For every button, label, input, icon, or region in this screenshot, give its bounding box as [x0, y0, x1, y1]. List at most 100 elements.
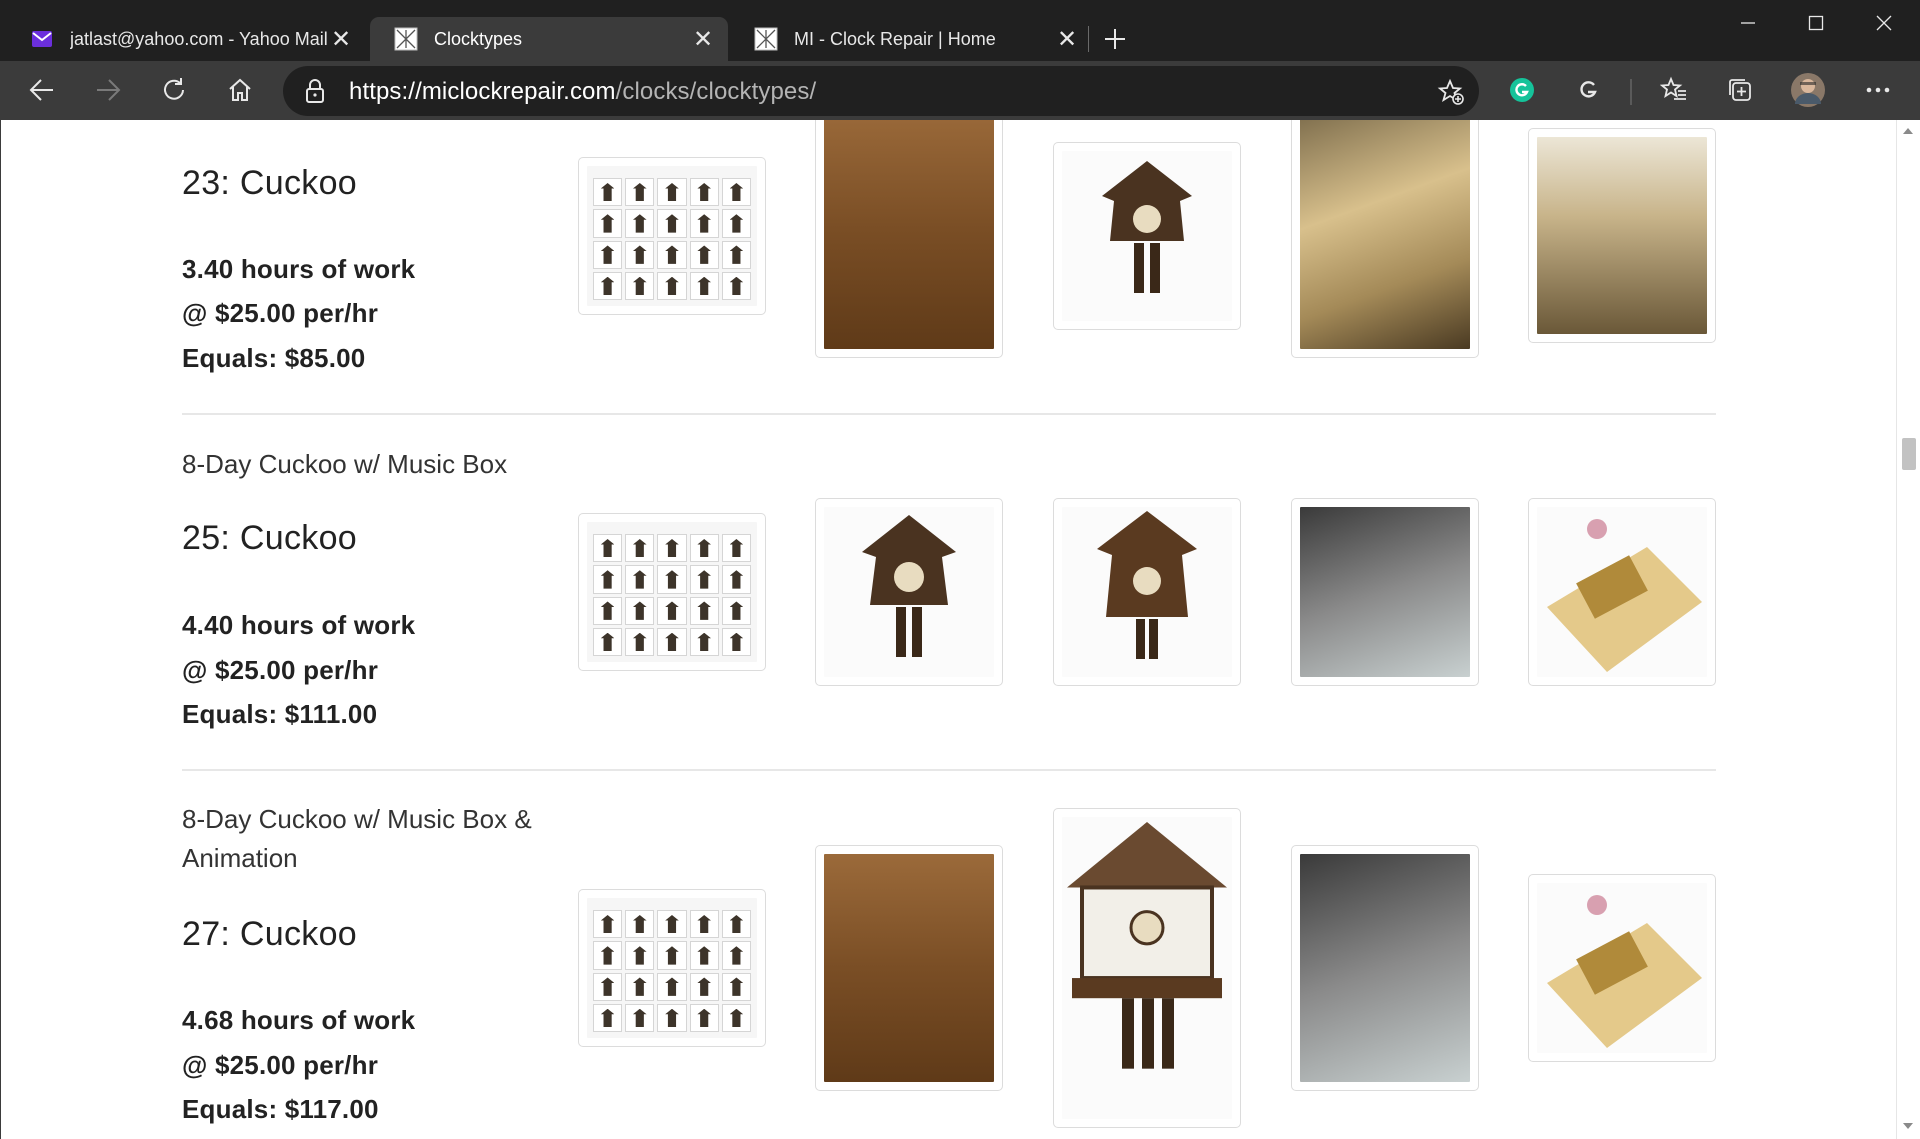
reload-icon [164, 78, 184, 100]
cuckoo-clock-photo [1062, 151, 1232, 321]
movement-photo [1537, 137, 1707, 334]
vertical-scrollbar[interactable] [1896, 120, 1920, 1139]
plus-icon [1105, 29, 1125, 49]
url-host: https://miclockrepair.com [349, 78, 616, 105]
scrollbar-thumb[interactable] [1902, 438, 1916, 470]
clock-photo-thumbnail[interactable] [1291, 498, 1479, 686]
toolbar-divider [1630, 79, 1632, 105]
cuckoo-clock-photo [824, 507, 994, 677]
collections-icon [1729, 79, 1751, 101]
clock-heading: 23: Cuckoo [182, 164, 357, 202]
favorites-button[interactable] [1654, 70, 1694, 110]
grammarly-extension-button[interactable] [1502, 70, 1542, 110]
clock-photo-thumbnail[interactable] [1528, 128, 1716, 343]
rate-text: @ $25.00 per/hr [182, 1050, 379, 1080]
clock-heading: 27: Cuckoo [182, 915, 357, 953]
g-extension-icon [1580, 81, 1597, 98]
hours-text: 4.40 hours of work [182, 610, 416, 640]
cuckoo-clock-photo [1062, 507, 1232, 677]
clock-site-icon [754, 27, 778, 51]
maximize-icon [1808, 15, 1824, 31]
browser-toolbar: https://miclockrepair.com/clocks/clockty… [0, 61, 1920, 120]
forward-button[interactable] [88, 70, 128, 110]
total-text: Equals: $111.00 [182, 699, 378, 729]
tab-separator [1088, 26, 1089, 52]
scroll-up-arrow-icon[interactable] [1901, 124, 1915, 138]
clock-chart-thumbnail[interactable] [578, 157, 766, 315]
back-arrow-icon [29, 79, 53, 101]
close-icon[interactable]: ✕ [330, 26, 352, 53]
lock-icon[interactable] [305, 79, 325, 108]
close-icon[interactable]: ✕ [692, 26, 714, 53]
minimize-button[interactable] [1714, 0, 1782, 46]
clock-photo-thumbnail[interactable] [1053, 142, 1241, 330]
reload-button[interactable] [154, 70, 194, 110]
close-window-button[interactable] [1850, 0, 1918, 46]
profile-button[interactable] [1788, 70, 1828, 110]
clock-photo-thumbnail[interactable] [815, 120, 1003, 358]
clock-photo-thumbnail[interactable] [1291, 120, 1479, 358]
cuckoo-clock-photo [1062, 817, 1232, 1119]
clock-heading: 25: Cuckoo [182, 519, 357, 557]
total-text: Equals: $117.00 [182, 1094, 379, 1124]
add-favorite-icon[interactable] [1437, 78, 1465, 111]
tab-yahoo-mail[interactable]: jatlast@yahoo.com - Yahoo Mail ✕ [6, 17, 366, 61]
clock-site-icon [394, 27, 418, 51]
clock-photo-thumbnail[interactable] [1528, 874, 1716, 1062]
close-icon[interactable]: ✕ [1056, 26, 1078, 53]
clock-photo-thumbnail[interactable] [1528, 498, 1716, 686]
clock-chart-thumbnail[interactable] [578, 889, 766, 1047]
clock-subtitle: 8-Day Cuckoo w/ Music Box & Animation [182, 804, 532, 873]
envelope-icon [30, 27, 54, 51]
music-box-photo [1537, 507, 1707, 677]
rate-text: @ $25.00 per/hr [182, 298, 379, 328]
maximize-button[interactable] [1782, 0, 1850, 46]
clock-photo-thumbnail[interactable] [1291, 845, 1479, 1091]
section-divider [182, 413, 1716, 415]
clock-photo-thumbnail[interactable] [1053, 808, 1241, 1128]
tab-clock-repair-home[interactable]: MI - Clock Repair | Home ✕ [730, 17, 1092, 61]
cuckoo-clock-photo [824, 120, 994, 349]
more-dots-icon [1866, 87, 1890, 93]
hours-text: 3.40 hours of work [182, 254, 416, 284]
hours-text: 4.68 hours of work [182, 1005, 416, 1035]
minimize-icon [1741, 22, 1755, 24]
collections-button[interactable] [1720, 70, 1760, 110]
forward-arrow-icon [97, 79, 121, 101]
rate-text: @ $25.00 per/hr [182, 655, 379, 685]
music-box-photo [1537, 883, 1707, 1053]
clock-chart-image [587, 522, 757, 662]
more-menu-button[interactable] [1858, 70, 1898, 110]
section-divider [182, 769, 1716, 771]
page-viewport: 23: Cuckoo 3.40 hours of work @ $25.00 p… [0, 120, 1920, 1139]
g-extension-button[interactable] [1568, 70, 1608, 110]
address-bar[interactable]: https://miclockrepair.com/clocks/clockty… [283, 66, 1479, 116]
clock-chart-thumbnail[interactable] [578, 513, 766, 671]
tab-title: MI - Clock Repair | Home [794, 28, 996, 49]
home-icon [229, 78, 251, 101]
movement-photo [1300, 854, 1470, 1082]
close-icon [1876, 15, 1892, 31]
clock-subtitle: 8-Day Cuckoo w/ Music Box [182, 449, 508, 479]
movement-photo [1300, 120, 1470, 349]
movement-photo [1300, 507, 1470, 677]
scroll-down-arrow-icon[interactable] [1901, 1119, 1915, 1133]
home-button[interactable] [220, 70, 260, 110]
tab-strip: jatlast@yahoo.com - Yahoo Mail ✕ Clockty… [0, 0, 1920, 61]
cuckoo-clock-photo [824, 854, 994, 1082]
favorites-icon [1660, 76, 1686, 100]
clock-photo-thumbnail[interactable] [815, 498, 1003, 686]
total-text: Equals: $85.00 [182, 343, 366, 373]
clock-photo-thumbnail[interactable] [815, 845, 1003, 1091]
back-button[interactable] [22, 70, 62, 110]
grammarly-icon [1510, 78, 1534, 102]
tab-title: Clocktypes [434, 28, 523, 49]
url-text[interactable]: https://miclockrepair.com/clocks/clockty… [349, 78, 816, 106]
new-tab-button[interactable] [1098, 22, 1132, 56]
clock-photo-thumbnail[interactable] [1053, 498, 1241, 686]
clock-chart-image [587, 898, 757, 1038]
tab-clocktypes[interactable]: Clocktypes ✕ [370, 17, 728, 61]
avatar [1791, 73, 1825, 107]
tab-title: jatlast@yahoo.com - Yahoo Mail [70, 28, 328, 49]
url-path: /clocks/clocktypes/ [615, 78, 817, 105]
